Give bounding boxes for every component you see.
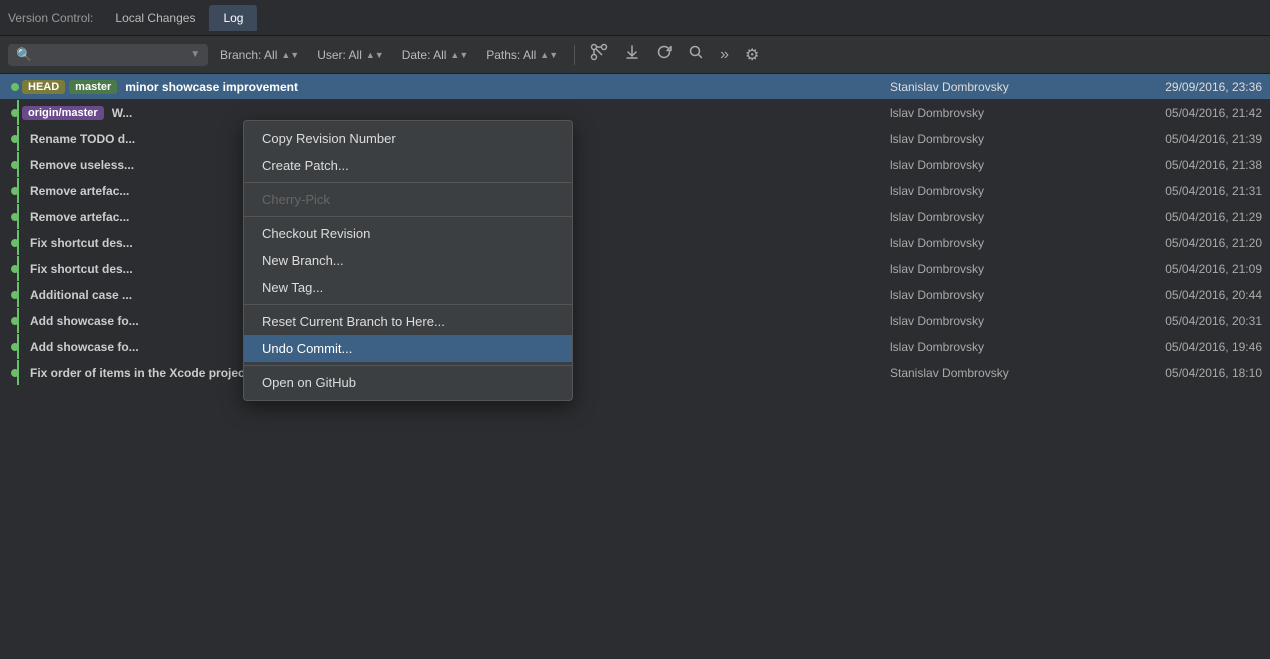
commit-dot: [11, 109, 19, 117]
commit-date: 05/04/2016, 21:39: [1110, 132, 1270, 146]
tab-bar: Version Control: Local Changes Log: [0, 0, 1270, 36]
ctx-checkout-revision[interactable]: Checkout Revision: [244, 220, 572, 247]
commit-dot: [11, 343, 19, 351]
refresh-icon[interactable]: [651, 41, 677, 68]
ctx-separator-2: [244, 216, 572, 217]
ctx-separator-4: [244, 365, 572, 366]
search-box[interactable]: 🔍 ▼: [8, 44, 208, 66]
ctx-undo-commit[interactable]: Undo Commit...: [244, 335, 572, 362]
commit-dot: [11, 265, 19, 273]
user-filter-chevron: ▲▼: [366, 50, 384, 60]
commit-date: 05/04/2016, 18:10: [1110, 366, 1270, 380]
commit-author: lslav Dombrovsky: [890, 314, 1110, 328]
log-table: HEAD master minor showcase improvement S…: [0, 74, 1270, 386]
table-row[interactable]: Add showcase fo... lslav Dombrovsky 05/0…: [0, 308, 1270, 334]
tab-log[interactable]: Log: [209, 5, 257, 31]
commit-date: 05/04/2016, 20:31: [1110, 314, 1270, 328]
ctx-separator-1: [244, 182, 572, 183]
table-row[interactable]: Remove artefac... lslav Dombrovsky 05/04…: [0, 204, 1270, 230]
tag-origin: origin/master: [22, 106, 104, 120]
commit-date: 05/04/2016, 21:38: [1110, 158, 1270, 172]
table-row[interactable]: Rename TODO d... lslav Dombrovsky 05/04/…: [0, 126, 1270, 152]
table-row[interactable]: Add showcase fo... lslav Dombrovsky 05/0…: [0, 334, 1270, 360]
commit-dot: [11, 161, 19, 169]
commit-author: lslav Dombrovsky: [890, 236, 1110, 250]
find-icon[interactable]: [683, 41, 709, 68]
tag-head: HEAD: [22, 80, 65, 94]
search-input[interactable]: [36, 48, 186, 62]
table-row[interactable]: origin/master W... lslav Dombrovsky 05/0…: [0, 100, 1270, 126]
table-row[interactable]: Fix shortcut des... lslav Dombrovsky 05/…: [0, 256, 1270, 282]
date-filter[interactable]: Date: All ▲▼: [396, 45, 475, 65]
table-row[interactable]: Remove useless... lslav Dombrovsky 05/04…: [0, 152, 1270, 178]
dot-col: [8, 83, 22, 91]
commit-date: 05/04/2016, 21:31: [1110, 184, 1270, 198]
commit-date: 05/04/2016, 21:42: [1110, 106, 1270, 120]
table-row[interactable]: Fix shortcut des... lslav Dombrovsky 05/…: [0, 230, 1270, 256]
version-control-label: Version Control:: [8, 11, 93, 25]
ctx-copy-revision[interactable]: Copy Revision Number: [244, 125, 572, 152]
table-row[interactable]: Fix order of items in the Xcode project.…: [0, 360, 1270, 386]
search-icon: 🔍: [16, 47, 32, 63]
commit-date: 05/04/2016, 20:44: [1110, 288, 1270, 302]
ctx-separator-3: [244, 304, 572, 305]
tab-local-changes[interactable]: Local Changes: [101, 5, 209, 31]
commit-dot: [11, 83, 19, 91]
table-row[interactable]: Remove artefac... lslav Dombrovsky 05/04…: [0, 178, 1270, 204]
merge-icon[interactable]: [585, 40, 613, 69]
commit-author: lslav Dombrovsky: [890, 158, 1110, 172]
user-filter[interactable]: User: All ▲▼: [311, 45, 390, 65]
date-filter-chevron: ▲▼: [450, 50, 468, 60]
commit-dot: [11, 369, 19, 377]
commit-date: 29/09/2016, 23:36: [1110, 80, 1270, 94]
commit-message: minor showcase improvement: [125, 80, 890, 94]
commit-dot: [11, 291, 19, 299]
more-icon[interactable]: »: [715, 43, 734, 67]
commit-author: lslav Dombrovsky: [890, 132, 1110, 146]
ctx-open-github[interactable]: Open on GitHub: [244, 369, 572, 396]
commit-author: lslav Dombrovsky: [890, 184, 1110, 198]
branch-filter-chevron: ▲▼: [281, 50, 299, 60]
ctx-new-tag[interactable]: New Tag...: [244, 274, 572, 301]
commit-message: W...: [112, 106, 890, 120]
paths-filter[interactable]: Paths: All ▲▼: [480, 45, 564, 65]
pull-icon[interactable]: [619, 41, 645, 68]
table-row[interactable]: HEAD master minor showcase improvement S…: [0, 74, 1270, 100]
commit-dot: [11, 317, 19, 325]
tags-col: HEAD master: [22, 80, 117, 94]
commit-date: 05/04/2016, 21:09: [1110, 262, 1270, 276]
paths-filter-chevron: ▲▼: [540, 50, 558, 60]
search-dropdown-arrow[interactable]: ▼: [190, 49, 200, 60]
commit-author: Stanislav Dombrovsky: [890, 366, 1110, 380]
toolbar-divider: [574, 45, 575, 65]
branch-filter[interactable]: Branch: All ▲▼: [214, 45, 305, 65]
commit-author: lslav Dombrovsky: [890, 210, 1110, 224]
commit-date: 05/04/2016, 21:20: [1110, 236, 1270, 250]
commit-date: 05/04/2016, 19:46: [1110, 340, 1270, 354]
commit-dot: [11, 213, 19, 221]
commit-dot: [11, 239, 19, 247]
commit-author: Stanislav Dombrovsky: [890, 80, 1110, 94]
tag-master: master: [69, 80, 117, 94]
ctx-create-patch[interactable]: Create Patch...: [244, 152, 572, 179]
commit-date: 05/04/2016, 21:29: [1110, 210, 1270, 224]
commit-author: lslav Dombrovsky: [890, 340, 1110, 354]
toolbar: 🔍 ▼ Branch: All ▲▼ User: All ▲▼ Date: Al…: [0, 36, 1270, 74]
commit-dot: [11, 135, 19, 143]
commit-author: lslav Dombrovsky: [890, 106, 1110, 120]
context-menu: Copy Revision Number Create Patch... Che…: [243, 120, 573, 401]
settings-icon[interactable]: ⚙: [740, 42, 764, 68]
table-row[interactable]: Additional case ... lslav Dombrovsky 05/…: [0, 282, 1270, 308]
commit-author: lslav Dombrovsky: [890, 288, 1110, 302]
ctx-cherry-pick: Cherry-Pick: [244, 186, 572, 213]
ctx-new-branch[interactable]: New Branch...: [244, 247, 572, 274]
commit-dot: [11, 187, 19, 195]
ctx-reset-branch[interactable]: Reset Current Branch to Here...: [244, 308, 572, 335]
commit-author: lslav Dombrovsky: [890, 262, 1110, 276]
